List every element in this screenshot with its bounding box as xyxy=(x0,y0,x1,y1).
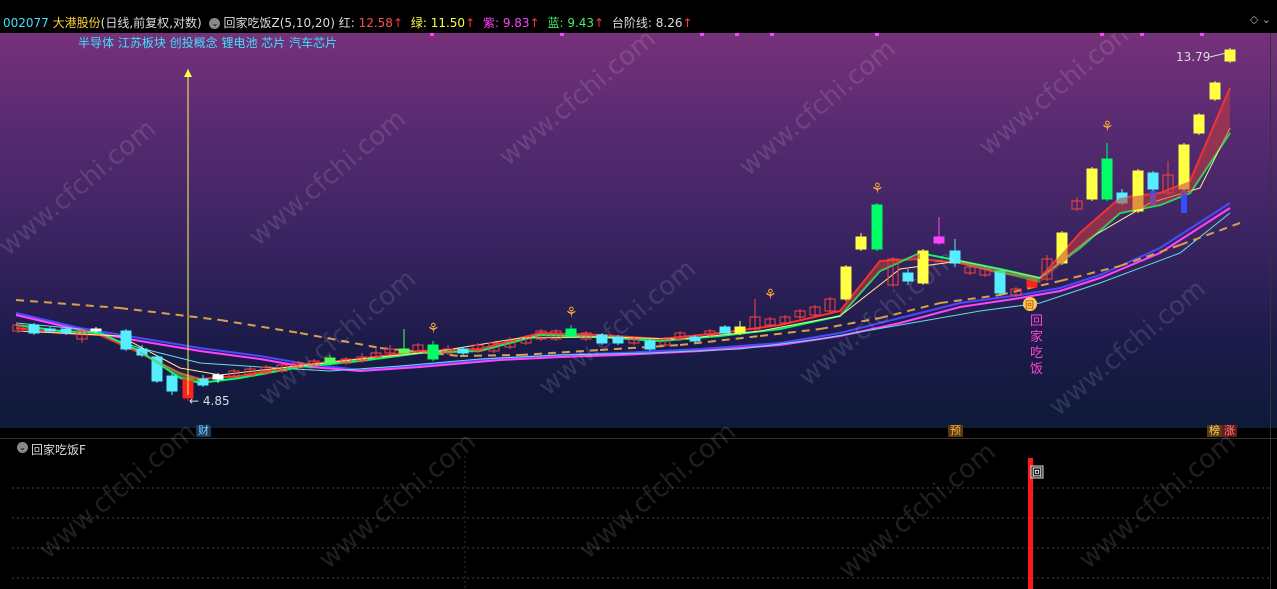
signal-text: 吃 xyxy=(1030,345,1043,361)
finance-tag[interactable]: 财 xyxy=(196,425,211,437)
blue-ma-line xyxy=(15,202,1231,372)
candle-body xyxy=(1101,158,1113,200)
tick-mark xyxy=(560,33,564,36)
candle-body xyxy=(1147,172,1159,190)
green-ma-line xyxy=(15,132,1231,385)
step-line xyxy=(15,299,121,309)
candle-body xyxy=(457,348,469,354)
runner-icon: ⚘ xyxy=(764,287,777,303)
candle-body xyxy=(398,348,410,354)
candle-body xyxy=(1086,168,1098,200)
candle-body xyxy=(855,236,867,250)
forecast-tag[interactable]: 预 xyxy=(948,425,963,437)
right-axis-line xyxy=(1270,33,1271,589)
stock-name[interactable]: 大港股份 xyxy=(53,16,101,30)
candle-body xyxy=(612,336,624,344)
tick-mark xyxy=(770,33,774,36)
candle-body xyxy=(1193,114,1205,134)
candle-body xyxy=(44,328,56,332)
signal-text: 回 xyxy=(1030,314,1043,329)
candle-body xyxy=(689,336,701,342)
signal-text: 饭 xyxy=(1030,362,1043,377)
high-price-label: 13.79 xyxy=(1176,50,1210,64)
candle-body xyxy=(28,324,40,334)
concept-tags[interactable]: 半导体 江苏板块 创投概念 锂电池 芯片 汽车芯片 xyxy=(78,34,337,51)
sub-indicator-settings-icon[interactable]: ⌄ xyxy=(17,442,28,453)
candle-body xyxy=(871,204,883,250)
candle-body xyxy=(1224,49,1236,62)
blue-legend: 蓝: 9.43↑ xyxy=(547,16,605,30)
indicator-settings-icon[interactable]: ⌄ xyxy=(209,18,221,29)
arrow-head-icon xyxy=(184,69,192,77)
green-legend: 绿: 11.50↑ xyxy=(410,16,476,30)
runner-icon: ⚘ xyxy=(1101,119,1114,135)
period-label[interactable]: (日线,前复权,对数) xyxy=(101,16,202,30)
step-line xyxy=(599,344,681,351)
tick-mark xyxy=(1200,33,1204,36)
tick-mark xyxy=(1140,33,1144,36)
candle-body xyxy=(212,374,224,380)
candle-body xyxy=(734,326,746,334)
tick-mark xyxy=(1100,33,1104,36)
sub-indicator-plot[interactable]: 回 xyxy=(0,456,1277,589)
main-chart[interactable]: 半导体 江苏板块 创投概念 锂电池 芯片 汽车芯片 ⚘ ⚘ ⚘ ⚘ ⚘ 13.79 ← 4.… xyxy=(0,33,1277,428)
runner-icon: ⚘ xyxy=(565,305,578,321)
candle-body xyxy=(644,340,656,350)
tick-mark xyxy=(430,33,434,36)
step-line xyxy=(819,317,881,330)
candle-body xyxy=(324,357,336,364)
candle-body xyxy=(933,236,945,244)
candle-body xyxy=(994,270,1006,294)
candle-body xyxy=(90,328,102,332)
high-pointer xyxy=(1209,52,1227,58)
tick-mark xyxy=(875,33,879,36)
candle-body xyxy=(166,375,178,392)
limit-up-tag[interactable]: 涨 xyxy=(1222,425,1237,437)
candle-body xyxy=(1209,82,1221,100)
low-price-label: ← 4.85 xyxy=(189,394,230,408)
candle-body xyxy=(427,344,439,360)
step-legend: 台阶线: 8.26↑ xyxy=(611,16,693,30)
signal-badge-text: 回 xyxy=(1025,300,1034,311)
ranking-tag[interactable]: 榜 xyxy=(1207,425,1222,437)
purple-legend: 紫: 9.83↑ xyxy=(482,16,540,30)
candle-body xyxy=(840,266,852,300)
red-legend: 红: 12.58↑ xyxy=(338,16,403,30)
runner-icon: ⚘ xyxy=(871,181,884,197)
step-line xyxy=(459,354,521,357)
event-tag-bar: 财 预 榜 涨 xyxy=(0,425,1277,438)
chart-header: 002077 大港股份(日线,前复权,对数) ⌄ 回家吃饭Z(5,10,20) 红… xyxy=(0,0,1277,33)
indicator-name[interactable]: 回家吃饭Z(5,10,20) xyxy=(223,16,334,30)
candle-body xyxy=(596,334,608,344)
tick-mark xyxy=(700,33,704,36)
step-line xyxy=(299,332,381,349)
indicator-legend: 002077 大港股份(日线,前复权,对数) ⌄ 回家吃饭Z(5,10,20) 红… xyxy=(3,14,697,31)
candle-body xyxy=(719,326,731,334)
step-line xyxy=(119,307,221,321)
sub-indicator-panel[interactable]: 回 www.cfchi.com www.cfchi.com www.cfchi.… xyxy=(0,417,1277,589)
candlestick-plot[interactable]: ⚘⚘⚘⚘⚘13.79← 4.85回回家吃饭 xyxy=(0,33,1277,428)
window-control-icons[interactable]: ◇ ⌄ xyxy=(1250,13,1271,26)
candle-body xyxy=(60,328,72,334)
candle-body xyxy=(120,330,132,350)
candle-body xyxy=(565,328,577,336)
sub-panel-header: ⌄ 回家吃饭F xyxy=(0,438,1277,457)
candle-body xyxy=(949,250,961,264)
step-line xyxy=(219,319,301,334)
stock-code[interactable]: 002077 xyxy=(3,16,49,30)
red-ma-line xyxy=(15,87,1231,381)
tick-mark xyxy=(735,33,739,36)
runner-icon: ⚘ xyxy=(427,321,440,337)
signal-label: 回 xyxy=(1032,467,1042,479)
candle-body xyxy=(902,272,914,282)
signal-text: 家 xyxy=(1030,329,1043,345)
